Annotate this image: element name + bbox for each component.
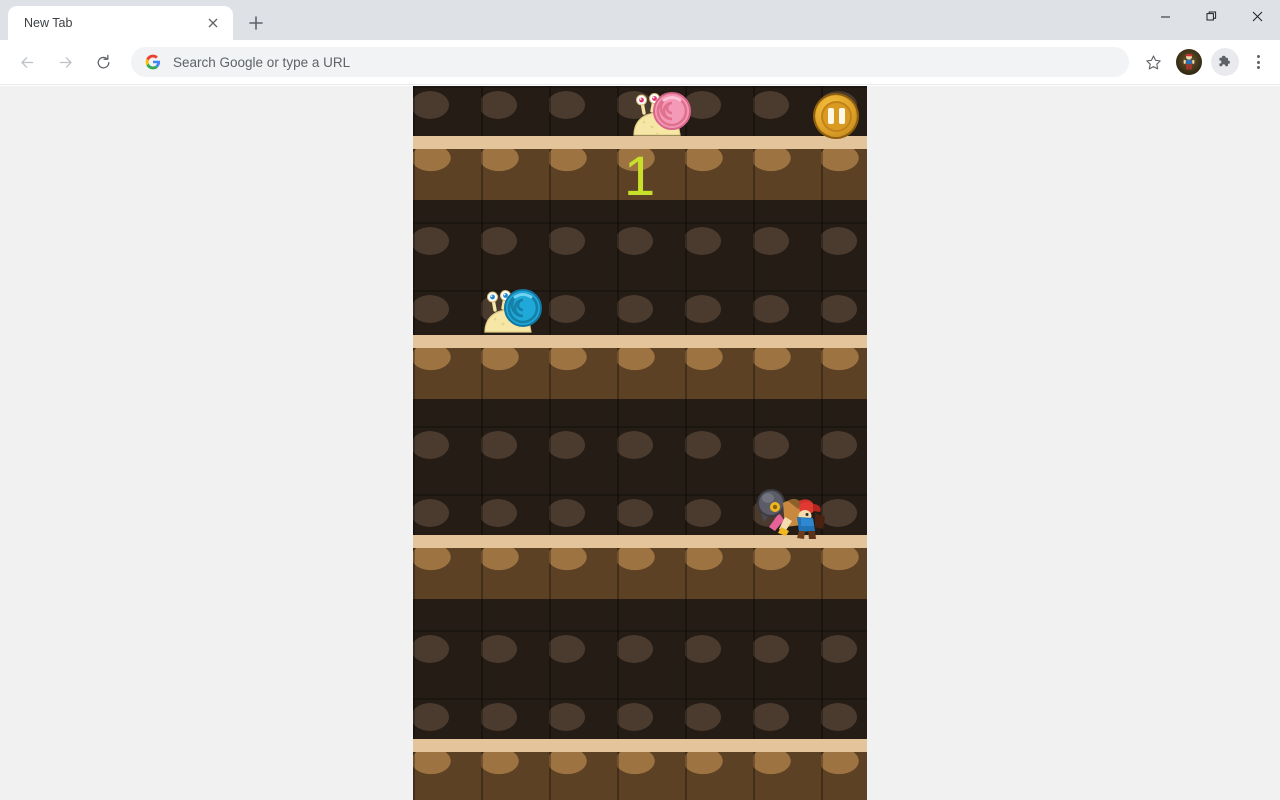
minimize-icon — [1160, 16, 1170, 17]
maximize-icon — [1206, 11, 1216, 20]
forward-button[interactable] — [49, 46, 81, 78]
player-character — [757, 489, 825, 539]
platform-row-3 — [413, 535, 867, 599]
plus-icon — [249, 16, 263, 30]
maximize-button[interactable] — [1188, 0, 1234, 32]
snail-blue — [484, 289, 542, 333]
game-canvas[interactable]: 1 — [413, 86, 867, 800]
avatar-icon — [1183, 54, 1195, 70]
platform-row-4 — [413, 739, 867, 800]
arrow-right-icon — [59, 56, 72, 68]
pause-icon — [820, 100, 852, 132]
back-button[interactable] — [11, 46, 43, 78]
platform-cap — [413, 739, 867, 752]
platform-row-2 — [413, 335, 867, 399]
address-bar[interactable]: Search Google or type a URL — [131, 47, 1129, 77]
close-icon — [1252, 11, 1262, 21]
tab-new-tab[interactable]: New Tab — [8, 6, 233, 40]
puzzle-piece-icon — [1219, 55, 1231, 67]
profile-avatar[interactable] — [1176, 49, 1202, 75]
snail-pink — [633, 92, 691, 136]
arrow-left-icon — [20, 56, 33, 68]
chrome-menu-button[interactable] — [1244, 48, 1272, 76]
new-tab-button[interactable] — [242, 9, 270, 37]
browser-window: New Tab Search Google or type a URL 1 — [0, 0, 1280, 800]
reload-icon — [97, 54, 109, 68]
three-dots-icon — [1256, 55, 1260, 58]
level-number: 1 — [624, 144, 656, 207]
star-icon — [1145, 54, 1161, 69]
extensions-button[interactable] — [1211, 48, 1239, 76]
page-viewport: 1 — [0, 86, 1280, 800]
tab-strip: New Tab — [0, 0, 1280, 40]
address-bar-placeholder: Search Google or type a URL — [173, 54, 351, 70]
bookmark-star-icon[interactable] — [1138, 47, 1168, 77]
pause-button[interactable] — [815, 95, 857, 137]
tab-title: New Tab — [24, 16, 73, 30]
platform-cap — [413, 335, 867, 348]
browser-toolbar: Search Google or type a URL — [0, 40, 1280, 85]
window-controls — [1142, 0, 1280, 40]
reload-button[interactable] — [87, 46, 119, 78]
close-button[interactable] — [1234, 0, 1280, 32]
tab-close-icon[interactable] — [203, 13, 223, 33]
google-g-icon — [145, 54, 161, 70]
minimize-button[interactable] — [1142, 0, 1188, 32]
